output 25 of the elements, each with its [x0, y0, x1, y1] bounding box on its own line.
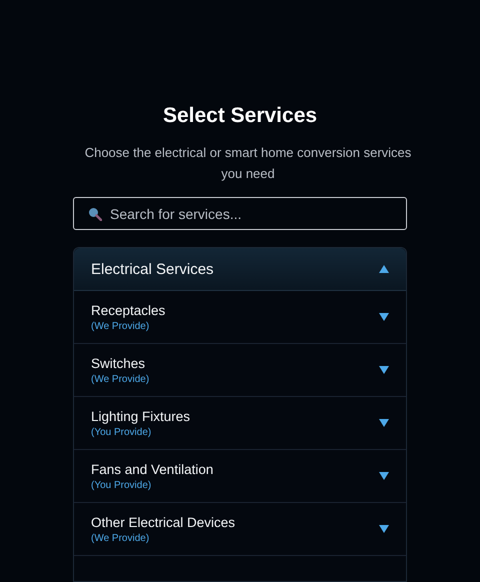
page-subtitle: Choose the electrical or smart home conversion services you need	[84, 144, 412, 183]
expand-triangle-icon	[379, 419, 389, 427]
service-row[interactable]: Lighting Fixtures (You Provide)	[74, 397, 406, 450]
service-row[interactable]: Fans and Ventilation (You Provide)	[74, 450, 406, 503]
section-header[interactable]: Electrical Services	[74, 248, 406, 291]
service-note: (You Provide)	[91, 426, 152, 438]
expand-triangle-icon	[379, 366, 389, 374]
service-note: (We Provide)	[91, 532, 150, 544]
service-row[interactable]: Other Electrical Devices (We Provide)	[74, 503, 406, 556]
search-field[interactable]: Search for services...	[73, 197, 407, 230]
page-title: Select Services	[162, 104, 318, 128]
collapse-triangle-icon	[379, 265, 389, 273]
service-name: Lighting Fixtures	[91, 408, 190, 424]
service-note: (We Provide)	[91, 374, 150, 384]
service-note: (You Provide)	[91, 480, 152, 490]
service-name: Other Electrical Devices	[91, 514, 236, 530]
expand-triangle-icon	[379, 313, 389, 321]
service-note: (We Provide)	[91, 320, 150, 332]
service-row[interactable]: Switches (We Provide)	[74, 344, 406, 397]
service-row[interactable]: Receptacles (We Provide)	[74, 291, 406, 344]
service-name: Switches	[91, 356, 146, 370]
expand-triangle-icon	[379, 472, 389, 480]
expand-triangle-icon	[379, 525, 389, 533]
service-name: Fans and Ventilation	[91, 462, 214, 476]
service-name: Receptacles	[91, 302, 166, 318]
